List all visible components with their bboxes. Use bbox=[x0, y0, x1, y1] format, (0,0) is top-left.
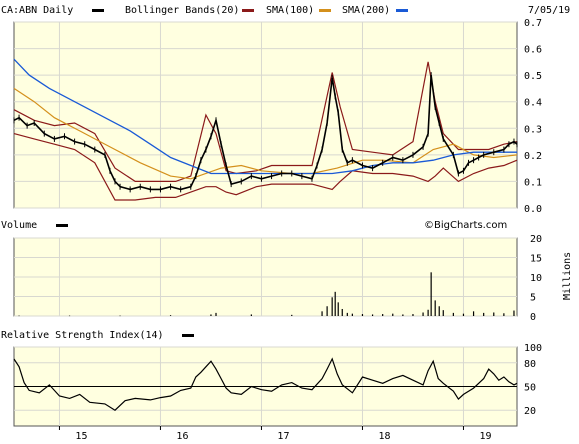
volume-bar bbox=[438, 306, 440, 316]
volume-bar bbox=[503, 313, 505, 316]
volume-panel: Volume ©BigCharts.com 0 5 10 15 20 Millions bbox=[0, 217, 579, 323]
stock-chart: 0.0 0.1 0.2 0.3 0.4 0.5 0.6 0.7 CA:ABN Daily Bo… bbox=[0, 0, 579, 444]
volume-bar bbox=[422, 312, 424, 316]
rsi-y-tick-label: 20 bbox=[524, 406, 536, 417]
volume-bar bbox=[210, 314, 212, 316]
price-panel: 0.0 0.1 0.2 0.3 0.4 0.5 0.6 0.7 CA:ABN Daily Bo… bbox=[1, 5, 570, 215]
bollinger-legend-swatch bbox=[242, 9, 254, 12]
watermark: ©BigCharts.com bbox=[424, 220, 507, 231]
x-axis: 15 16 17 18 19 bbox=[58, 426, 491, 442]
price-y-axis: 0.0 0.1 0.2 0.3 0.4 0.5 0.6 0.7 bbox=[524, 18, 542, 215]
price-y-tick-label: 0.1 bbox=[524, 177, 542, 188]
chart-canvas: 0.0 0.1 0.2 0.3 0.4 0.5 0.6 0.7 CA:ABN Daily Bo… bbox=[0, 5, 579, 442]
price-y-tick-label: 0.4 bbox=[524, 98, 542, 109]
volume-bar bbox=[513, 310, 515, 316]
volume-y-tick-label: 5 bbox=[530, 293, 536, 304]
x-tick-label: 17 bbox=[277, 431, 289, 442]
sma200-legend-swatch bbox=[396, 9, 408, 12]
sma200-legend-label: SMA(200) bbox=[342, 5, 390, 16]
volume-bar bbox=[321, 311, 323, 316]
x-tick-label: 16 bbox=[176, 431, 188, 442]
x-tick-label: 19 bbox=[479, 431, 491, 442]
price-y-tick-label: 0.7 bbox=[524, 18, 542, 29]
rsi-y-tick-label: 80 bbox=[524, 359, 536, 370]
volume-bar bbox=[68, 315, 71, 317]
volume-bar bbox=[346, 312, 348, 316]
volume-bar bbox=[442, 310, 444, 316]
volume-bar bbox=[215, 312, 217, 316]
volume-bar bbox=[169, 315, 172, 316]
volume-y-tick-label: 0 bbox=[530, 312, 536, 323]
volume-bar bbox=[250, 314, 252, 316]
volume-bar bbox=[331, 297, 333, 316]
volume-bar bbox=[291, 314, 293, 316]
rsi-legend-swatch bbox=[182, 334, 194, 337]
volume-bar bbox=[334, 291, 336, 316]
volume-legend-swatch bbox=[56, 224, 68, 227]
volume-bar bbox=[434, 300, 436, 316]
price-y-tick-label: 0.0 bbox=[524, 204, 542, 215]
x-tick-label: 18 bbox=[378, 431, 390, 442]
volume-bar bbox=[371, 314, 374, 316]
rsi-panel: Relative Strength Index(14) 20 50 80 100 bbox=[1, 330, 542, 427]
volume-bar bbox=[326, 306, 328, 316]
x-tick-label: 15 bbox=[75, 431, 87, 442]
volume-bar bbox=[341, 308, 343, 316]
volume-bar bbox=[119, 315, 121, 317]
volume-bar bbox=[392, 313, 394, 316]
bollinger-legend-label: Bollinger Bands(20) bbox=[125, 5, 239, 16]
volume-bar bbox=[462, 313, 465, 316]
rsi-y-tick-label: 50 bbox=[524, 383, 536, 394]
sma100-legend-swatch bbox=[319, 9, 331, 12]
volume-bar bbox=[402, 314, 404, 316]
volume-bar bbox=[493, 312, 495, 316]
volume-bar bbox=[337, 302, 339, 316]
price-y-tick-label: 0.5 bbox=[524, 71, 542, 82]
volume-title: Volume bbox=[1, 220, 37, 231]
rsi-y-axis: 20 50 80 100 bbox=[524, 343, 542, 417]
price-y-tick-label: 0.2 bbox=[524, 151, 542, 162]
volume-unit-label: Millions bbox=[562, 252, 573, 300]
rsi-title: Relative Strength Index(14) bbox=[1, 330, 164, 341]
volume-y-tick-label: 20 bbox=[530, 234, 542, 245]
price-y-tick-label: 0.6 bbox=[524, 45, 542, 56]
volume-bar bbox=[427, 309, 429, 316]
price-y-tick-label: 0.3 bbox=[524, 124, 542, 135]
volume-bar bbox=[430, 272, 432, 316]
symbol-label: CA:ABN Daily bbox=[1, 5, 73, 16]
volume-bar bbox=[361, 314, 364, 316]
volume-bar bbox=[483, 312, 485, 316]
price-plot-area bbox=[13, 21, 518, 209]
sma100-legend-label: SMA(100) bbox=[266, 5, 314, 16]
price-legend-swatch bbox=[92, 9, 104, 12]
volume-bar bbox=[412, 314, 414, 316]
volume-y-tick-label: 10 bbox=[530, 273, 542, 284]
volume-y-tick-label: 15 bbox=[530, 254, 542, 265]
volume-bar bbox=[472, 311, 475, 316]
volume-bar bbox=[18, 315, 20, 317]
volume-bar bbox=[382, 314, 384, 316]
chart-date: 7/05/19 bbox=[528, 5, 570, 16]
volume-y-axis: 0 5 10 15 20 bbox=[530, 234, 542, 323]
volume-bar bbox=[452, 312, 454, 316]
volume-bar bbox=[351, 313, 353, 316]
rsi-y-tick-label: 100 bbox=[524, 343, 542, 354]
